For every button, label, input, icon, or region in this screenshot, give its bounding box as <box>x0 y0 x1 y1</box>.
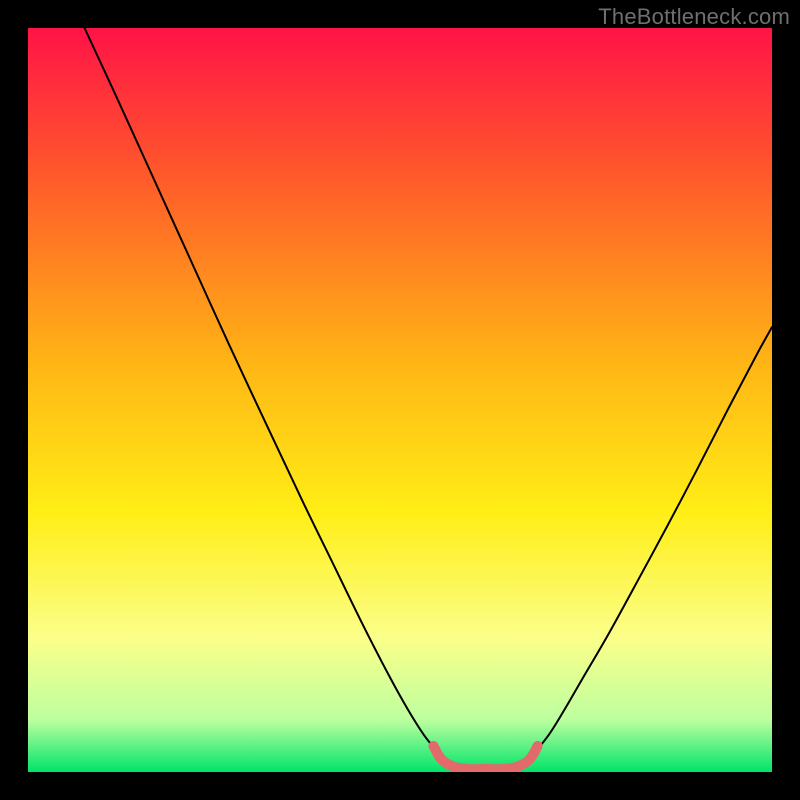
chart-svg <box>28 28 772 772</box>
gradient-background <box>28 28 772 772</box>
plot-area <box>28 28 772 772</box>
chart-container: TheBottleneck.com <box>0 0 800 800</box>
watermark-text: TheBottleneck.com <box>598 4 790 30</box>
